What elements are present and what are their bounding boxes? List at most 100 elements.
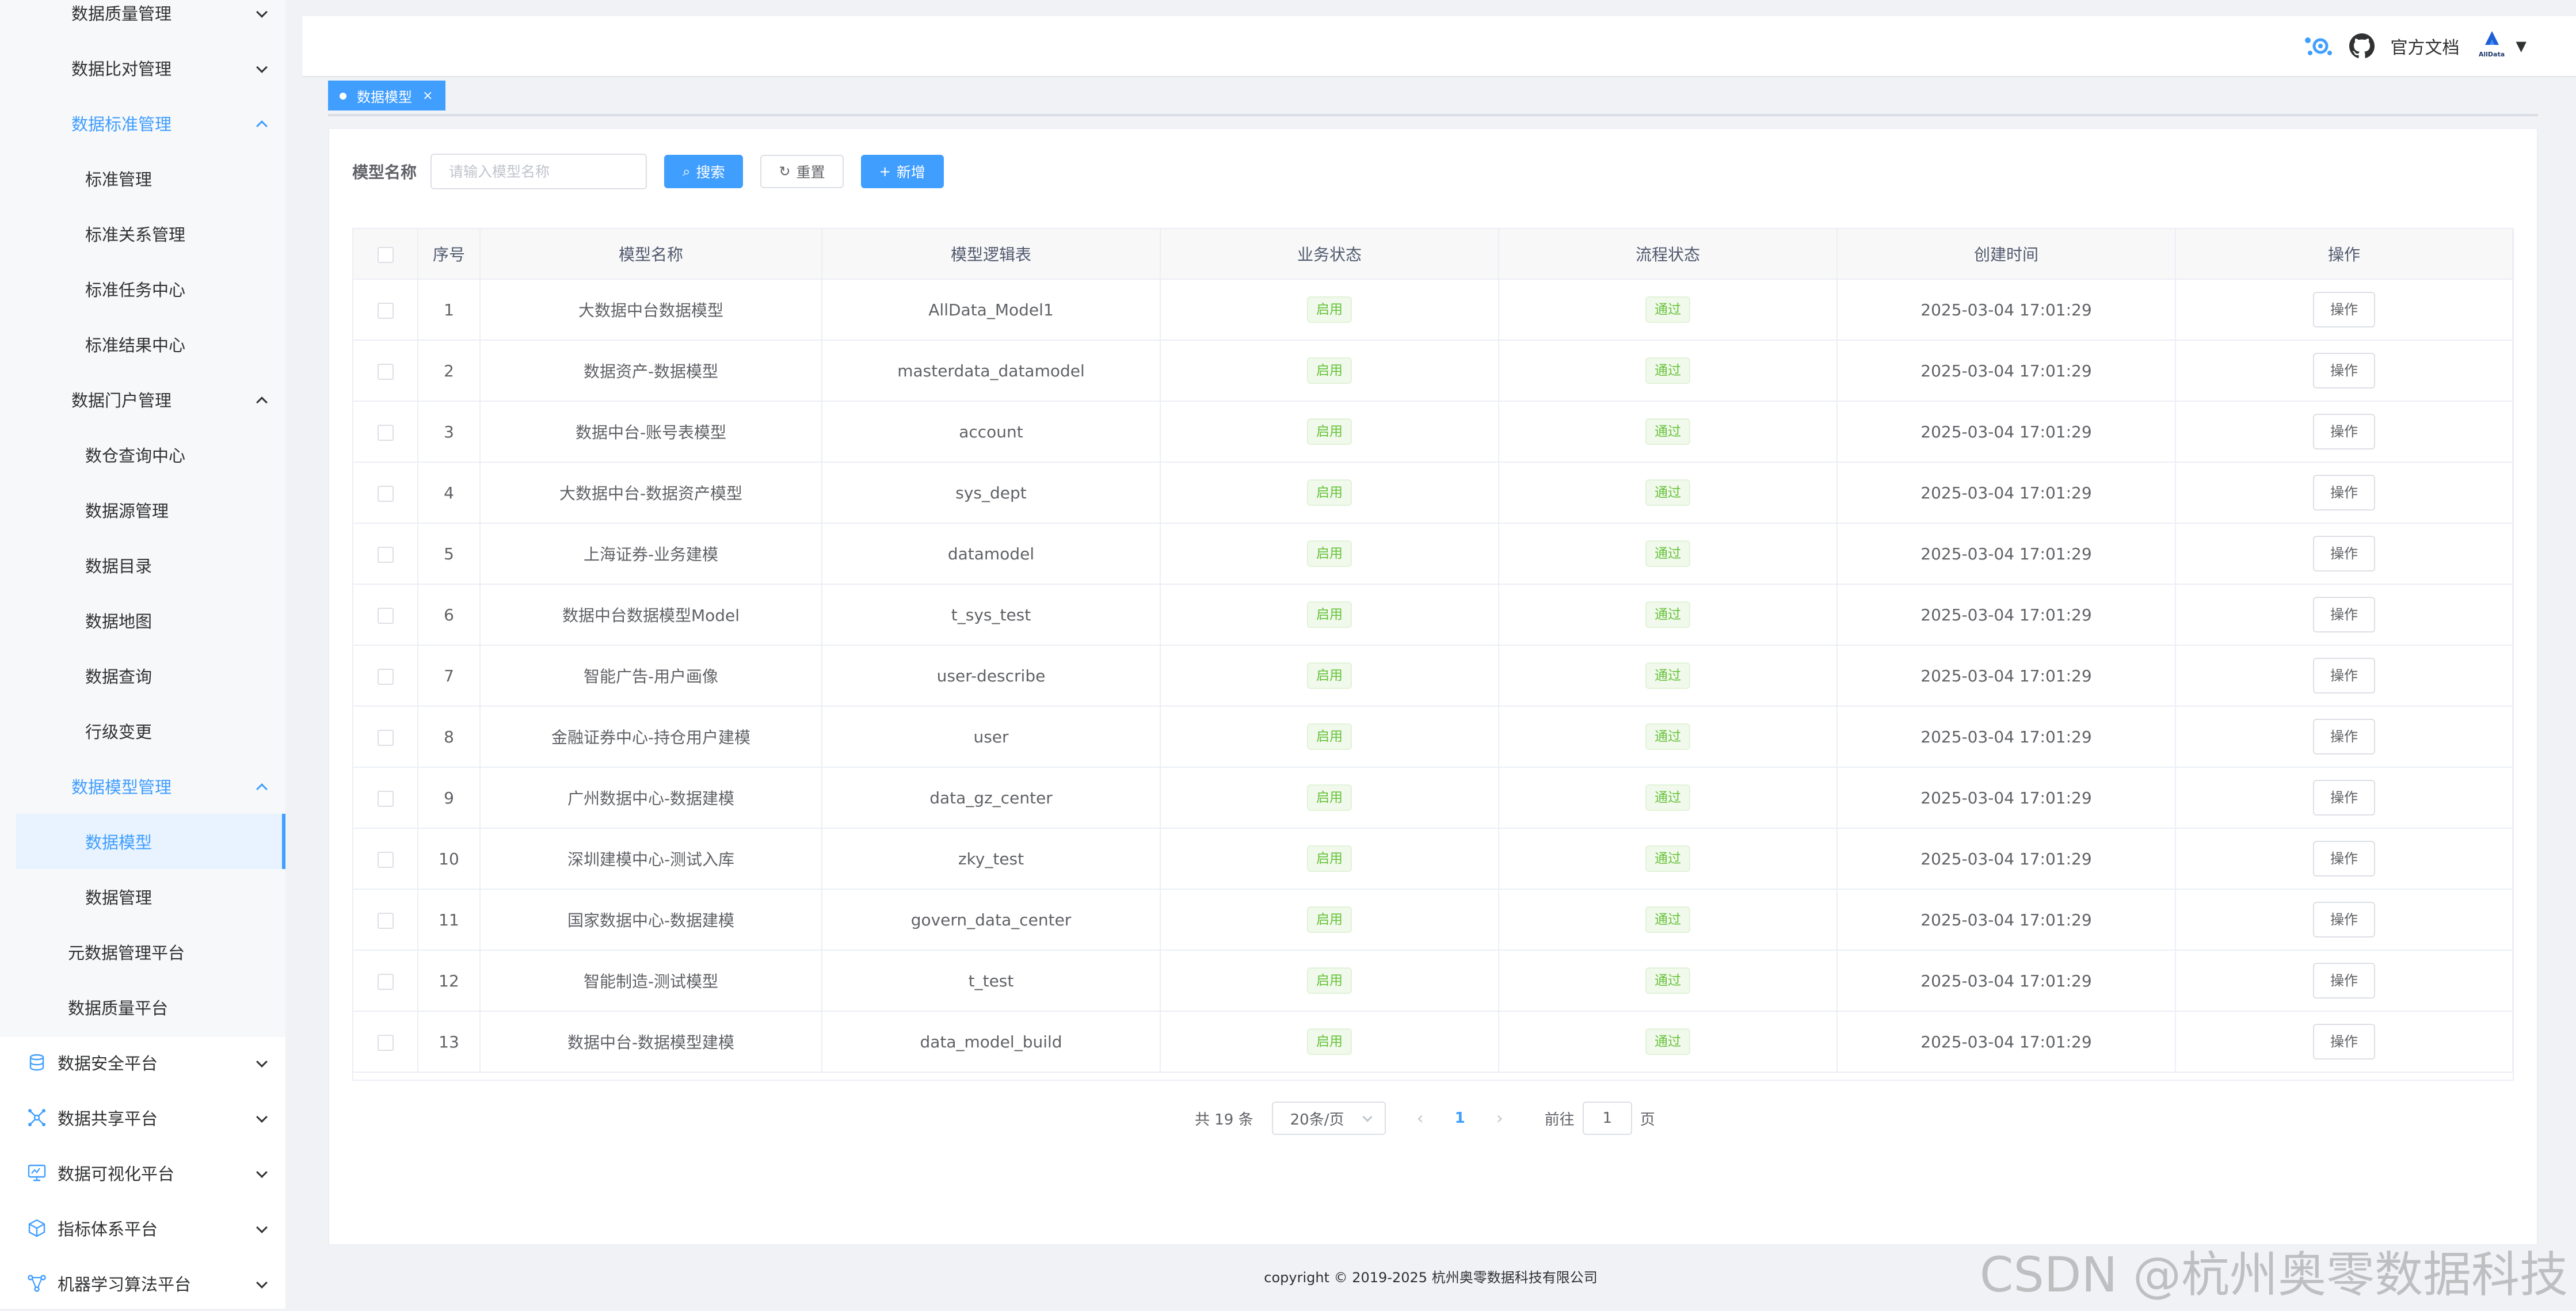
- select-all-checkbox[interactable]: [377, 246, 394, 263]
- row-checkbox[interactable]: [377, 302, 394, 319]
- column-header: 序号: [418, 229, 481, 280]
- user-dropdown[interactable]: AllData ▼: [2476, 30, 2527, 62]
- operation-button[interactable]: 操作: [2313, 353, 2375, 388]
- sidebar-item-data-query[interactable]: 数据查询: [0, 648, 285, 703]
- sidebar-item-data-model-mgmt[interactable]: 数据模型管理: [0, 759, 285, 814]
- close-icon[interactable]: ×: [422, 89, 433, 103]
- row-checkbox[interactable]: [377, 851, 394, 868]
- reset-button[interactable]: ↻ 重置: [760, 155, 844, 188]
- sidebar-item-label: 数据地图: [85, 612, 153, 631]
- sidebar-item-row-change[interactable]: 行级变更: [0, 703, 285, 759]
- sidebar-item-data-standard-mgmt[interactable]: 数据标准管理: [0, 96, 285, 151]
- sidebar-item-data-manage[interactable]: 数据管理: [0, 869, 285, 924]
- sidebar-item-label: 数据共享平台: [58, 1109, 158, 1129]
- operation-button[interactable]: 操作: [2313, 536, 2375, 571]
- operation-button[interactable]: 操作: [2313, 719, 2375, 754]
- sidebar-item-standard-result[interactable]: 标准结果中心: [0, 317, 285, 372]
- add-button[interactable]: + 新增: [860, 155, 944, 188]
- flow-status-tag-cell: 通过: [1499, 523, 1838, 585]
- operation-button-cell: 操作: [2175, 584, 2513, 646]
- sidebar-item-data-portal-mgmt[interactable]: 数据门户管理: [0, 372, 285, 427]
- table-row: 8 金融证券中心-持仓用户建模 user 启用 通过 2025-03-04 17:01:2…: [353, 706, 2513, 768]
- github-icon[interactable]: [2349, 33, 2375, 59]
- sidebar-item-data-catalog[interactable]: 数据目录: [0, 538, 285, 593]
- row-checkbox[interactable]: [377, 912, 394, 929]
- biz-status-tag: 启用: [1307, 845, 1352, 872]
- caret-down-icon: ▼: [2516, 38, 2527, 54]
- row-select-cell: [353, 767, 418, 829]
- next-page-button[interactable]: ›: [1496, 1108, 1503, 1129]
- column-header: 模型名称: [480, 229, 822, 280]
- model-name-input[interactable]: [430, 154, 647, 189]
- row-select-cell: [353, 645, 418, 707]
- operation-button[interactable]: 操作: [2313, 292, 2375, 327]
- sidebar-item-dw-query-center[interactable]: 数仓查询中心: [0, 427, 285, 482]
- sidebar-item-data-model[interactable]: 数据模型: [16, 814, 285, 869]
- operation-button[interactable]: 操作: [2313, 414, 2375, 449]
- row-index: 7: [418, 645, 481, 707]
- sidebar-item-indicator-platform[interactable]: 指标体系平台: [0, 1201, 285, 1256]
- sidebar-item-standard-mgmt[interactable]: 标准管理: [0, 151, 285, 206]
- chevron-up-icon: [256, 397, 268, 408]
- row-checkbox[interactable]: [377, 607, 394, 624]
- chevron-down-icon: [256, 1056, 268, 1068]
- table-row: 3 数据中台-账号表模型 account 启用 通过 2025-03-04 17:01:2…: [353, 401, 2513, 463]
- flow-status-tag: 通过: [1645, 967, 1690, 994]
- page-number[interactable]: 1: [1455, 1110, 1465, 1127]
- created-time-cell: 2025-03-04 17:01:29: [1837, 889, 2176, 951]
- operation-button[interactable]: 操作: [2313, 658, 2375, 693]
- row-checkbox[interactable]: [377, 1034, 394, 1051]
- operation-button[interactable]: 操作: [2313, 902, 2375, 937]
- navbar-right-menu: 官方文档 AllData ▼: [2303, 16, 2527, 76]
- page-size-select[interactable]: 20条/页: [1271, 1102, 1386, 1135]
- created-time-cell: 2025-03-04 17:01:29: [1837, 1011, 2176, 1073]
- tag-label: 数据模型: [357, 89, 412, 105]
- sidebar-item-standard-task[interactable]: 标准任务中心: [0, 261, 285, 317]
- sidebar-item-ml-platform[interactable]: 机器学习算法平台: [0, 1256, 285, 1311]
- page-size-value: 20条/页: [1290, 1111, 1344, 1129]
- prev-page-button[interactable]: ‹: [1417, 1108, 1424, 1129]
- sidebar-item-share-platform[interactable]: 数据共享平台: [0, 1090, 285, 1145]
- sidebar-item-data-quality-mgmt[interactable]: 数据质量管理: [0, 0, 285, 40]
- row-index: 5: [418, 523, 481, 585]
- row-select-cell: [353, 462, 418, 524]
- row-checkbox[interactable]: [377, 546, 394, 563]
- goto-page-input[interactable]: [1582, 1102, 1632, 1135]
- biz-status-tag: 启用: [1307, 784, 1352, 811]
- logic-table-cell: user: [822, 706, 1161, 768]
- operation-button[interactable]: 操作: [2313, 1024, 2375, 1060]
- search-button[interactable]: ⌕ 搜索: [664, 155, 744, 188]
- operation-button[interactable]: 操作: [2313, 780, 2375, 815]
- tag-data-model[interactable]: 数据模型 ×: [328, 81, 446, 110]
- sidebar-item-metadata-platform[interactable]: 元数据管理平台: [0, 924, 285, 980]
- sidebar-item-quality-platform[interactable]: 数据质量平台: [0, 980, 285, 1035]
- flow-status-tag-cell: 通过: [1499, 462, 1838, 524]
- row-checkbox[interactable]: [377, 790, 394, 807]
- row-checkbox[interactable]: [377, 363, 394, 380]
- row-checkbox[interactable]: [377, 729, 394, 746]
- row-checkbox[interactable]: [377, 485, 394, 502]
- sidebar-item-data-compare-mgmt[interactable]: 数据比对管理: [0, 40, 285, 96]
- sidebar-item-security-platform[interactable]: 数据安全平台: [0, 1035, 285, 1090]
- operation-button[interactable]: 操作: [2313, 475, 2375, 510]
- biz-status-tag-cell: 启用: [1160, 706, 1499, 768]
- table-row: 7 智能广告-用户画像 user-describe 启用 通过 2025-03-04 17…: [353, 645, 2513, 707]
- row-checkbox[interactable]: [377, 668, 394, 685]
- sidebar-item-standard-relation[interactable]: 标准关系管理: [0, 206, 285, 261]
- sidebar-item-data-map[interactable]: 数据地图: [0, 593, 285, 648]
- sidebar-item-datasource-mgmt[interactable]: 数据源管理: [0, 482, 285, 538]
- refresh-icon: ↻: [779, 163, 791, 180]
- sidebar-item-visual-platform[interactable]: 数据可视化平台: [0, 1145, 285, 1201]
- settings-icon[interactable]: [2303, 33, 2333, 59]
- operation-button[interactable]: 操作: [2313, 597, 2375, 632]
- official-docs-link[interactable]: 官方文档: [2391, 33, 2460, 59]
- database-icon: [29, 1054, 44, 1071]
- operation-button[interactable]: 操作: [2313, 963, 2375, 999]
- row-checkbox[interactable]: [377, 424, 394, 441]
- row-select-cell: [353, 828, 418, 890]
- flow-status-tag: 通过: [1645, 357, 1690, 384]
- operation-button-cell: 操作: [2175, 523, 2513, 585]
- row-checkbox[interactable]: [377, 973, 394, 990]
- operation-button-cell: 操作: [2175, 950, 2513, 1012]
- operation-button[interactable]: 操作: [2313, 841, 2375, 876]
